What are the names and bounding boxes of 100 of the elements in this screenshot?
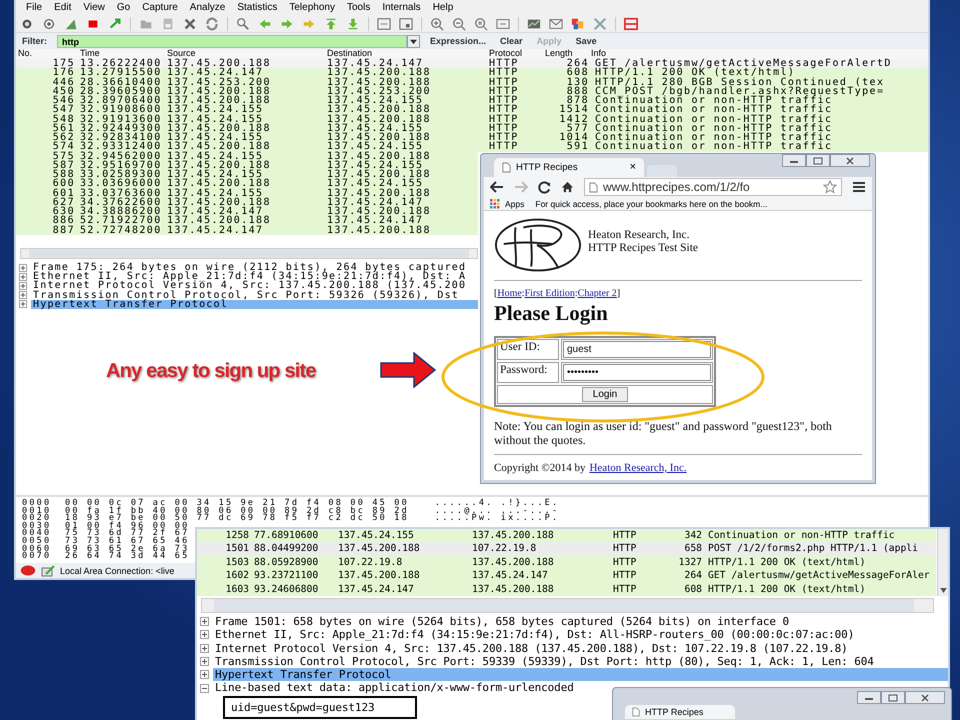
- packet-row[interactable]: 587 32.95169700 137.45.200.188 137.45.24.155: [16, 160, 478, 170]
- reload-icon[interactable]: [538, 180, 551, 194]
- window-icon[interactable]: [496, 16, 510, 30]
- packet-row[interactable]: 1258 77.68910600 137.45.24.155 137.45.200.188 HTTP 342 Continuation or non-HTTP traffic: [197, 529, 936, 542]
- browser-tab[interactable]: HTTP Recipes: [625, 705, 735, 719]
- browser-tab[interactable]: HTTP Recipes ×: [494, 158, 644, 177]
- menu-item[interactable]: View: [77, 2, 111, 13]
- tree-item[interactable]: Ethernet II, Src: Apple_21:7d:f4 (34:15:9e:21:7d:f4), Dst: All-HSRP-routers_00 (00:00:0c:07:ac:00): [213, 628, 854, 642]
- maximize-button[interactable]: [806, 154, 830, 167]
- menu-item[interactable]: Go: [110, 2, 136, 13]
- plus-box-icon[interactable]: [200, 644, 209, 653]
- minimize-button[interactable]: [782, 154, 806, 167]
- packet-row[interactable]: 887 52.72748200 137.45.24.147 137.45.200.188: [16, 226, 478, 235]
- plus-box-icon[interactable]: [200, 670, 209, 680]
- tab-close-button[interactable]: ×: [630, 161, 636, 174]
- menu-item[interactable]: Internals: [376, 2, 427, 13]
- close-icon[interactable]: [183, 16, 197, 30]
- tree-item[interactable]: Hypertext Transfer Protocol: [213, 668, 948, 682]
- packet-row[interactable]: 601 33.03763600 137.45.24.155 137.45.200.188: [16, 188, 478, 198]
- packet-row[interactable]: 1501 88.04499200 137.45.200.188 107.22.19.8 HTTP 658 POST /1/2/forms2.php HTTP/1.1 (appli: [197, 542, 936, 556]
- filter-action[interactable]: Save: [572, 36, 601, 46]
- packet-row[interactable]: 630 34.38886200 137.45.24.147 137.45.200.188: [16, 207, 478, 216]
- breadcrumb-link[interactable]: Home: [497, 288, 522, 299]
- zoom-out-icon[interactable]: [452, 16, 466, 30]
- packet-row[interactable]: 450 28.39605900 137.45.200.188 137.45.253.200 HTTP 888 CCM_POST /bgb/handler.ashx?RequestType=: [16, 86, 928, 96]
- home-icon[interactable]: [561, 181, 574, 194]
- copyright-link[interactable]: Heaton Research, Inc.: [589, 462, 687, 474]
- column-header[interactable]: Time: [78, 49, 165, 59]
- column-header[interactable]: No.: [16, 49, 78, 59]
- packet-row[interactable]: 546 32.89706400 137.45.200.188 137.45.24.155 HTTP 878 Continuation or non-HTTP traffic: [16, 96, 928, 106]
- packet-row[interactable]: 627 34.37622600 137.45.200.188 137.45.24.147: [16, 198, 478, 207]
- search-icon[interactable]: [236, 16, 250, 30]
- menu-item[interactable]: Analyze: [184, 2, 232, 13]
- minus-box-icon[interactable]: [200, 684, 209, 693]
- star-icon[interactable]: [823, 180, 837, 194]
- close-button[interactable]: [905, 691, 945, 704]
- close-button[interactable]: [830, 154, 870, 167]
- tree-item[interactable]: Frame 1501: 658 bytes on wire (5264 bits), 658 bytes captured (5264 bits) on interface 0: [213, 615, 789, 628]
- plus-box-icon[interactable]: [19, 264, 27, 272]
- packet-row[interactable]: 1503 88.05928900 107.22.19.8 137.45.200.188 HTTP 1327 HTTP/1.1 200 OK (text/html): [197, 556, 936, 570]
- minimize-button[interactable]: [857, 691, 881, 704]
- packet-row[interactable]: 176 13.27915500 137.45.24.147 137.45.200.188 HTTP 608 HTTP/1.1 200 OK (text/html): [16, 68, 928, 78]
- column-header[interactable]: Source: [165, 49, 325, 59]
- menu-item[interactable]: File: [20, 2, 48, 13]
- menu-item[interactable]: Capture: [136, 2, 184, 13]
- pane-icon[interactable]: [377, 16, 391, 30]
- column-header[interactable]: Destination: [325, 49, 487, 59]
- vertical-scrollbar[interactable]: [937, 529, 948, 596]
- palette-icon[interactable]: [571, 16, 585, 30]
- menu-icon[interactable]: [852, 181, 866, 194]
- packet-row[interactable]: 547 32.91908600 137.45.24.155 137.45.200.188 HTTP 1514 Continuation or non-HTTP traffic: [16, 105, 928, 114]
- dropdown-button[interactable]: [407, 34, 420, 48]
- input-field[interactable]: guest: [563, 341, 711, 358]
- packet-row[interactable]: 561 32.92449300 137.45.200.188 137.45.24.155 HTTP 577 Continuation or non-HTTP traffic: [16, 124, 928, 133]
- menu-item[interactable]: Edit: [48, 2, 78, 13]
- plus-box-icon[interactable]: [19, 282, 27, 290]
- zoom-in-icon[interactable]: [430, 16, 444, 30]
- packet-row[interactable]: 1603 93.24606800 137.45.24.147 137.45.200.188 HTTP 608 HTTP/1.1 200 OK (text/html): [197, 582, 936, 596]
- breadcrumb-link[interactable]: Chapter 2: [578, 288, 617, 299]
- column-header[interactable]: Protocol: [487, 49, 543, 59]
- breadcrumb-link[interactable]: First Edition: [524, 288, 575, 299]
- menu-item[interactable]: Help: [426, 2, 460, 13]
- packet-row[interactable]: 562 32.92834100 137.45.24.155 137.45.200.188 HTTP 1014 Continuation or non-HTTP traffic: [16, 133, 928, 142]
- horizontal-scrollbar[interactable]: [201, 598, 934, 613]
- tree-item[interactable]: Internet Protocol Version 4, Src: 137.45.200.188 (137.45.200.188), Dst: 107.22.19.8 (107.22.19.8): [213, 642, 848, 655]
- maximize-button[interactable]: [881, 691, 905, 704]
- tree-item[interactable]: Transmission Control Protocol, Src Port: 59326 (59326), Dst: [31, 290, 478, 300]
- column-header[interactable]: Length: [543, 49, 589, 59]
- frame-icon[interactable]: [624, 16, 638, 30]
- packet-row[interactable]: 175 13.26222400 137.45.200.188 137.45.24.147 HTTP 264 GET /alertusmw/getActiveMessageForAlertD: [16, 59, 928, 68]
- plus-box-icon[interactable]: [200, 617, 209, 626]
- login-button[interactable]: Login: [582, 387, 628, 402]
- filter-field[interactable]: http: [57, 34, 408, 48]
- mail-icon[interactable]: [549, 16, 563, 30]
- address-bar[interactable]: www.httprecipes.com/1/2/fo: [584, 178, 842, 196]
- tree-item[interactable]: Transmission Control Protocol, Src Port: 59339 (59339), Dst Port: http (80), Seq: 1, Ack: 1, Len: 604: [213, 654, 874, 668]
- packet-row[interactable]: 575 32.94562000 137.45.24.155 137.45.200.188: [16, 152, 478, 161]
- menu-item[interactable]: Telephony: [283, 2, 341, 13]
- plus-box-icon[interactable]: [19, 291, 27, 300]
- input-field[interactable]: •••••••••: [563, 364, 711, 381]
- tree-item[interactable]: Line-based text data: application/x-www-form-urlencoded: [213, 681, 574, 695]
- packet-row[interactable]: 1602 93.23721100 137.45.200.188 137.45.24.147 HTTP 264 GET /alertusmw/getActiveMessageForAler: [197, 569, 936, 583]
- packet-row[interactable]: 574 32.93312400 137.45.200.188 137.45.24.155 HTTP 591 Continuation or non-HTTP traffic: [16, 142, 928, 152]
- packet-row[interactable]: 588 33.02589300 137.45.24.155 137.45.200.188: [16, 170, 478, 180]
- packet-row[interactable]: 548 32.91913600 137.45.24.155 137.45.200.188 HTTP 1412 Continuation or non-HTTP traffic: [16, 114, 928, 124]
- tree-item[interactable]: Frame 175: 264 bytes on wire (2112 bits), 264 bytes captured: [31, 263, 478, 272]
- down-arrow-icon[interactable]: [940, 588, 946, 593]
- tree-item[interactable]: Hypertext Transfer Protocol: [31, 300, 478, 309]
- edit-icon[interactable]: [41, 564, 55, 576]
- plus-box-icon[interactable]: [200, 630, 209, 640]
- zoom-reset-icon[interactable]: [474, 16, 488, 30]
- tree-item[interactable]: Internet Protocol Version 4, Src: 137.45.200.188 (137.45.200: [31, 281, 478, 291]
- target-icon[interactable]: [42, 16, 56, 30]
- back-icon[interactable]: [490, 181, 504, 194]
- menu-item[interactable]: Statistics: [231, 2, 284, 13]
- packet-row[interactable]: 886 52.71922700 137.45.200.188 137.45.24.147: [16, 216, 478, 226]
- column-header[interactable]: Info: [589, 49, 928, 59]
- tree-item[interactable]: Ethernet II, Src: Apple_21:7d:f4 (34:15:9e:21:7d:f4), Dst: A: [31, 272, 478, 282]
- pane-icon[interactable]: [399, 16, 413, 30]
- chart-icon[interactable]: [527, 16, 541, 30]
